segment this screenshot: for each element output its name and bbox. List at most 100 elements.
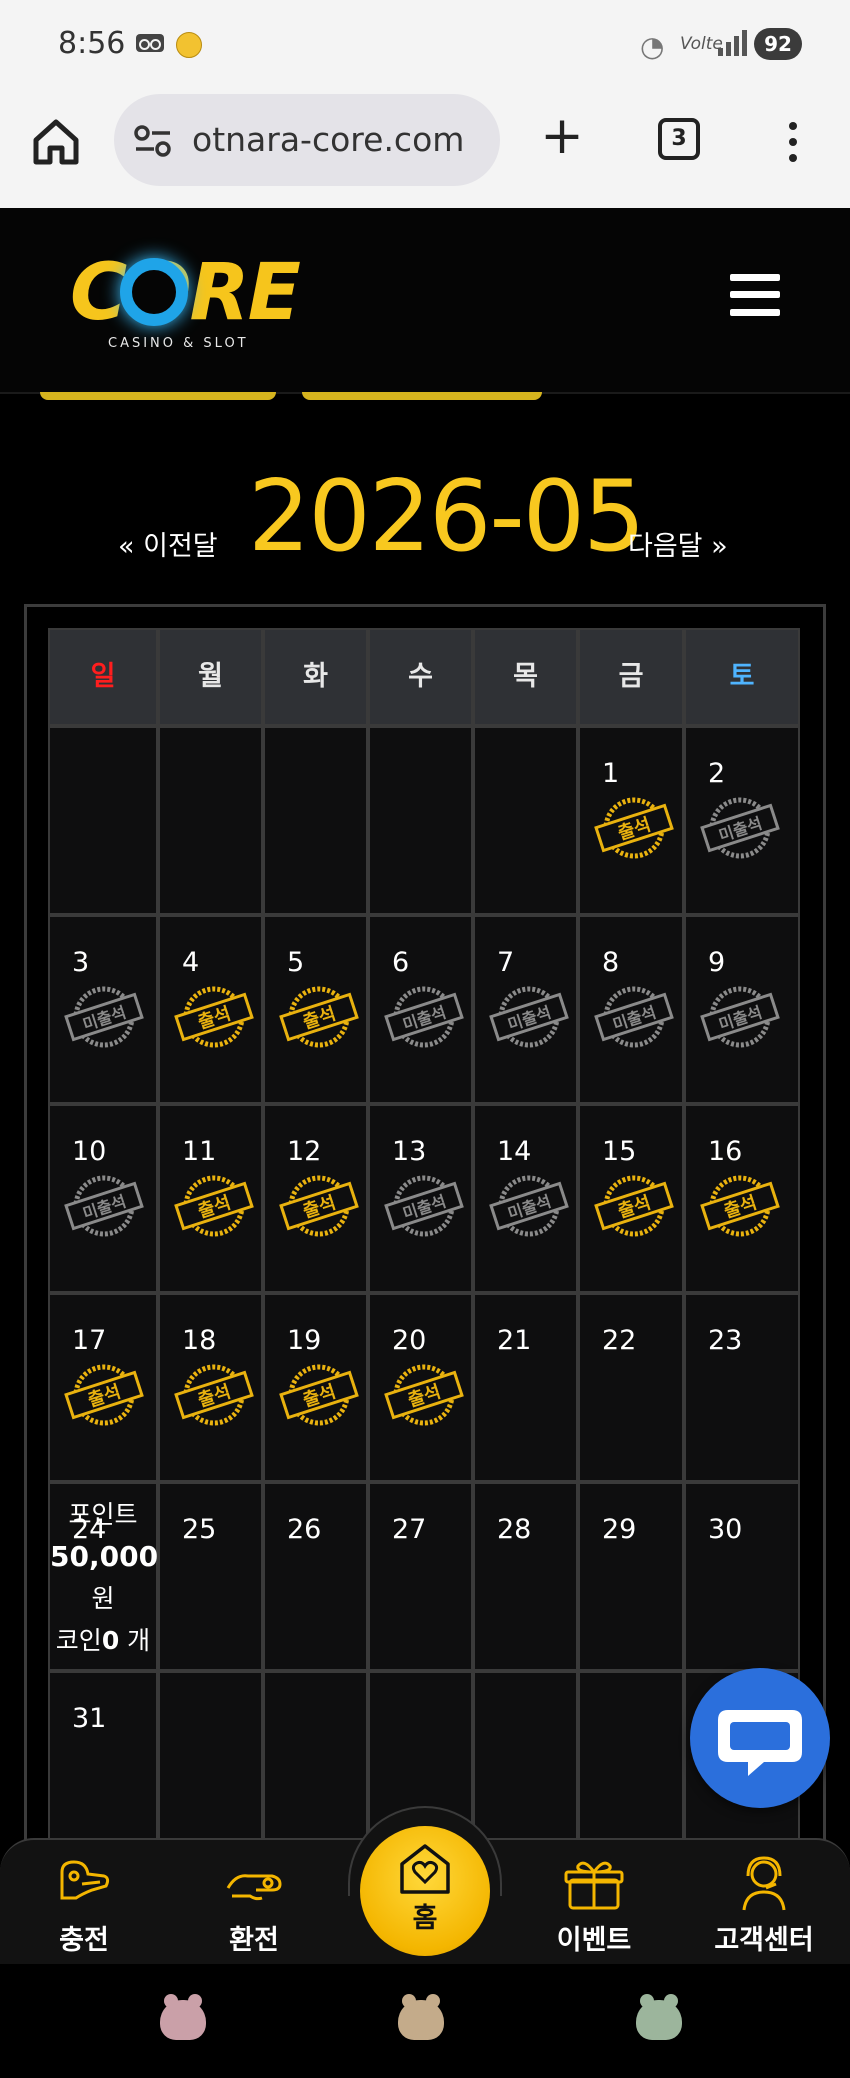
absent-stamp-icon: 미출석 bbox=[384, 1170, 464, 1242]
calendar-day-cell[interactable]: 10 미출석 bbox=[48, 1104, 158, 1293]
attended-stamp-icon: 출석 bbox=[279, 1170, 359, 1242]
recents-button-icon[interactable] bbox=[160, 1994, 206, 2040]
status-time: 8:56 bbox=[58, 26, 126, 61]
prev-month-link[interactable]: « 이전달 bbox=[118, 524, 218, 563]
day-number: 23 bbox=[708, 1325, 743, 1356]
calendar-day-cell[interactable]: 2 미출석 bbox=[684, 726, 800, 915]
nav-home-label: 홈 bbox=[412, 1903, 438, 1934]
new-tab-button[interactable]: + bbox=[538, 110, 586, 162]
calendar-day-cell[interactable]: 21 bbox=[473, 1293, 578, 1482]
core-logo[interactable]: CORE CASINO & SLOT bbox=[66, 248, 301, 358]
next-month-link[interactable]: 다음달 » bbox=[628, 524, 728, 563]
calendar-day-cell[interactable]: 19 출석 bbox=[263, 1293, 368, 1482]
absent-stamp-icon: 미출석 bbox=[384, 981, 464, 1053]
nav-event[interactable]: 이벤트 bbox=[534, 1854, 654, 1957]
day-number: 22 bbox=[602, 1325, 637, 1356]
point-value: 50,000 bbox=[50, 1540, 159, 1573]
coin-value: 0 bbox=[101, 1626, 120, 1655]
day-number: 28 bbox=[497, 1514, 532, 1545]
weekday-header: 목 bbox=[473, 628, 578, 726]
nav-support-label: 고객센터 bbox=[714, 1925, 814, 1956]
system-home-button-icon[interactable] bbox=[398, 1994, 444, 2040]
voicemail-icon bbox=[136, 34, 164, 52]
calendar-day-cell[interactable]: 25 bbox=[158, 1482, 263, 1671]
coin-label: 코인 bbox=[55, 1626, 102, 1655]
browser-home-icon[interactable] bbox=[30, 116, 82, 168]
weekday-header: 수 bbox=[368, 628, 473, 726]
attended-stamp-icon: 출석 bbox=[174, 1359, 254, 1431]
attended-stamp-icon: 출석 bbox=[279, 1359, 359, 1431]
calendar-day-cell[interactable]: 28 bbox=[473, 1482, 578, 1671]
site-header: CORE CASINO & SLOT bbox=[0, 208, 850, 394]
attended-stamp-icon: 출석 bbox=[279, 981, 359, 1053]
attended-stamp-icon: 출석 bbox=[384, 1359, 464, 1431]
calendar-day-cell[interactable]: 14 미출석 bbox=[473, 1104, 578, 1293]
day-number: 14 bbox=[497, 1136, 532, 1167]
day-number: 15 bbox=[602, 1136, 637, 1167]
calendar-day-cell[interactable]: 18 출석 bbox=[158, 1293, 263, 1482]
nav-exchange[interactable]: 환전 bbox=[194, 1854, 314, 1957]
day-number: 16 bbox=[708, 1136, 743, 1167]
attended-stamp-icon: 출석 bbox=[174, 981, 254, 1053]
nav-home[interactable]: 홈 bbox=[360, 1826, 490, 1956]
address-bar[interactable]: otnara-core.com bbox=[114, 94, 500, 186]
day-number: 21 bbox=[497, 1325, 532, 1356]
calendar-day-cell[interactable]: 7 미출석 bbox=[473, 915, 578, 1104]
site-settings-icon[interactable] bbox=[134, 124, 172, 158]
absent-stamp-icon: 미출석 bbox=[594, 981, 674, 1053]
browser-menu-icon[interactable] bbox=[778, 120, 808, 164]
system-back-button-icon[interactable] bbox=[636, 1994, 682, 2040]
day-number: 25 bbox=[182, 1514, 217, 1545]
absent-stamp-icon: 미출석 bbox=[489, 981, 569, 1053]
calendar-day-cell[interactable]: 29 bbox=[578, 1482, 684, 1671]
calendar-day-cell[interactable]: 4 출석 bbox=[158, 915, 263, 1104]
live-chat-button[interactable] bbox=[690, 1668, 830, 1808]
weekday-header: 토 bbox=[684, 628, 800, 726]
calendar-day-cell[interactable]: 9 미출석 bbox=[684, 915, 800, 1104]
system-nav-bar bbox=[0, 1964, 850, 2078]
calendar-day-cell[interactable]: 31 bbox=[48, 1671, 158, 1860]
calendar-day-cell[interactable]: 15 출석 bbox=[578, 1104, 684, 1293]
calendar-day-cell[interactable]: 11 출석 bbox=[158, 1104, 263, 1293]
nav-charge[interactable]: 충전 bbox=[24, 1854, 144, 1957]
month-title: 2026-05 bbox=[248, 460, 645, 574]
wifi-icon: ◔ bbox=[640, 30, 665, 63]
signal-icon bbox=[718, 30, 748, 56]
calendar-day-cell[interactable]: 17 출석 bbox=[48, 1293, 158, 1482]
calendar-day-cell[interactable]: 24 포인트 50,000 원 코인0 개 bbox=[48, 1482, 158, 1671]
nav-exchange-label: 환전 bbox=[229, 1925, 279, 1956]
calendar-day-cell[interactable]: 12 출석 bbox=[263, 1104, 368, 1293]
nav-support[interactable]: 고객센터 bbox=[704, 1854, 824, 1957]
calendar-empty-cell bbox=[48, 726, 158, 915]
chat-bubble-icon bbox=[718, 1710, 802, 1776]
calendar-day-cell[interactable]: 16 출석 bbox=[684, 1104, 800, 1293]
calendar-day-cell[interactable]: 6 미출석 bbox=[368, 915, 473, 1104]
day-number: 2 bbox=[708, 758, 726, 789]
support-agent-icon bbox=[742, 1856, 786, 1911]
hamburger-menu-icon[interactable] bbox=[730, 274, 780, 316]
day-number: 29 bbox=[602, 1514, 637, 1545]
calendar-day-cell[interactable]: 3 미출석 bbox=[48, 915, 158, 1104]
calendar-day-cell[interactable]: 13 미출석 bbox=[368, 1104, 473, 1293]
calendar-day-cell[interactable]: 22 bbox=[578, 1293, 684, 1482]
calendar-day-cell[interactable]: 26 bbox=[263, 1482, 368, 1671]
absent-stamp-icon: 미출석 bbox=[700, 792, 780, 864]
attended-stamp-icon: 출석 bbox=[700, 1170, 780, 1242]
day-number: 4 bbox=[182, 947, 200, 978]
weekday-header: 월 bbox=[158, 628, 263, 726]
absent-stamp-icon: 미출석 bbox=[700, 981, 780, 1053]
calendar-day-cell[interactable]: 30 bbox=[684, 1482, 800, 1671]
gift-icon bbox=[564, 1861, 624, 1910]
calendar-day-cell[interactable]: 8 미출석 bbox=[578, 915, 684, 1104]
calendar-day-cell[interactable]: 1 출석 bbox=[578, 726, 684, 915]
calendar-day-cell[interactable]: 23 bbox=[684, 1293, 800, 1482]
calendar-day-cell[interactable]: 20 출석 bbox=[368, 1293, 473, 1482]
day-number: 30 bbox=[708, 1514, 743, 1545]
calendar-day-cell[interactable]: 5 출석 bbox=[263, 915, 368, 1104]
logo-subtitle: CASINO & SLOT bbox=[108, 336, 249, 351]
day-number: 18 bbox=[182, 1325, 217, 1356]
tab-switcher-button[interactable]: 3 bbox=[658, 118, 700, 160]
calendar-day-cell[interactable]: 27 bbox=[368, 1482, 473, 1671]
attended-stamp-icon: 출석 bbox=[594, 1170, 674, 1242]
absent-stamp-icon: 미출석 bbox=[64, 981, 144, 1053]
